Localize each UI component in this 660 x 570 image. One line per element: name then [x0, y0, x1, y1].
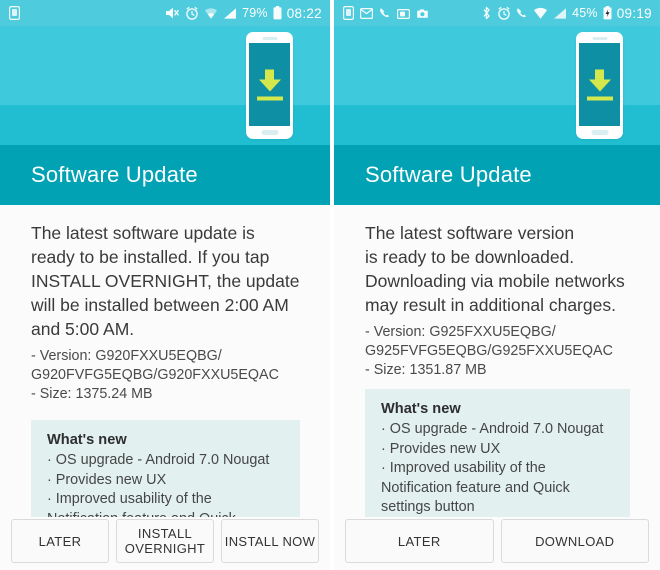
screenshot-panel-left: 79% 08:22 Software Update The latest sof… [0, 0, 330, 570]
battery-charging-icon [603, 6, 612, 20]
wifi-icon [204, 7, 218, 20]
phone-home-button [261, 130, 278, 135]
sim-card-icon [9, 6, 20, 20]
later-button[interactable]: LATER [345, 519, 494, 563]
status-bar-notification-icons [9, 6, 20, 20]
status-bar-notification-icons [343, 6, 429, 20]
alarm-icon [497, 6, 511, 20]
update-description: The latest software version is ready to … [365, 223, 625, 315]
signal-icon [223, 7, 237, 20]
update-description: The latest software update is ready to b… [31, 223, 300, 339]
title-bar: Software Update [334, 145, 660, 205]
page-title: Software Update [31, 162, 198, 187]
phone-screen [249, 43, 290, 126]
dual-screenshot-stage: 79% 08:22 Software Update The latest sof… [0, 0, 660, 570]
title-bar: Software Update [0, 145, 330, 205]
status-bar-system-icons: 45% 09:19 [481, 6, 652, 21]
gmail-icon [360, 7, 373, 19]
screenshot-panel-right: 45% 09:19 Software Update The latest sof… [334, 0, 660, 570]
battery-icon [273, 6, 282, 20]
later-button[interactable]: LATER [11, 519, 109, 563]
status-bar-system-icons: 79% 08:22 [165, 6, 322, 21]
whats-new-item: · Provides new UX [47, 471, 167, 488]
status-bar: 45% 09:19 [334, 0, 660, 26]
page-title: Software Update [365, 162, 532, 187]
install-overnight-button[interactable]: INSTALL OVERNIGHT [116, 519, 214, 563]
missed-call-icon [379, 7, 391, 19]
clock-label: 08:22 [286, 5, 322, 21]
clock-label: 09:19 [616, 5, 652, 21]
camera-icon [416, 8, 429, 19]
whats-new-title: What's new [381, 401, 461, 417]
download-arrow-icon [586, 69, 613, 100]
missed-call-icon [516, 7, 528, 19]
whats-new-item: · OS upgrade - Android 7.0 Nougat [381, 421, 604, 437]
whats-new-item: · OS upgrade - Android 7.0 Nougat [47, 452, 270, 468]
update-version-size: - Version: G920FXXU5EQBG/ G920FVFG5EQBG/… [31, 348, 279, 402]
update-version-size: - Version: G925FXXU5EQBG/ G925FVFG5EQBG/… [365, 324, 613, 378]
battery-percent-label: 45% [572, 6, 598, 20]
status-bar: 79% 08:22 [0, 0, 330, 26]
bluetooth-icon [481, 6, 492, 20]
screenshot-icon [397, 8, 410, 19]
wifi-icon [533, 7, 548, 20]
alarm-icon [185, 6, 199, 20]
phone-screen [579, 43, 620, 126]
phone-home-button [591, 130, 608, 135]
phone-download-illustration [246, 32, 293, 139]
hero-illustration [334, 26, 660, 324]
mute-icon [165, 6, 180, 20]
phone-speaker [262, 37, 277, 40]
sim-card-icon [343, 6, 354, 20]
dialog-button-bar: LATER DOWNLOAD [334, 517, 660, 570]
download-button[interactable]: DOWNLOAD [500, 519, 649, 563]
phone-speaker [592, 37, 607, 40]
whats-new-item: · Improved usability of the Notification… [381, 460, 570, 515]
hero-illustration [0, 26, 330, 145]
battery-percent-label: 79% [242, 6, 268, 20]
install-now-button[interactable]: INSTALL NOW [221, 519, 319, 563]
signal-icon [553, 7, 567, 20]
whats-new-title: What's new [47, 432, 127, 448]
dialog-button-bar: LATER INSTALL OVERNIGHT INSTALL NOW [0, 517, 330, 570]
phone-download-illustration [576, 32, 623, 139]
dialog-body: The latest software update is ready to b… [0, 205, 330, 570]
whats-new-item: · Provides new UX [381, 440, 501, 457]
dialog-body: The latest software version is ready to … [334, 205, 660, 570]
download-arrow-icon [256, 69, 283, 100]
